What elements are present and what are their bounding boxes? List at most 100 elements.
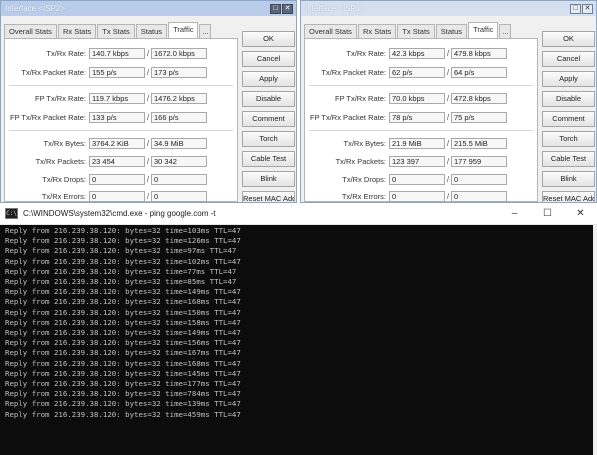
rx-value-field[interactable]: 0 — [151, 173, 207, 185]
torch-button[interactable]: Torch — [242, 131, 295, 147]
rx-value-field[interactable]: 1672.0 kbps — [151, 47, 207, 59]
cable-test-button[interactable]: Cable Test — [542, 151, 595, 167]
tx-value-field[interactable]: 3764.2 KiB — [89, 137, 145, 149]
tab-tx-stats[interactable]: Tx Stats — [97, 24, 135, 39]
tx-value-field[interactable]: 155 p/s — [89, 66, 145, 78]
comment-button[interactable]: Comment — [542, 111, 595, 127]
reset-mac-address-button[interactable]: Reset MAC Address — [542, 191, 595, 202]
rx-value-field[interactable]: 0 — [451, 190, 507, 202]
tab-more[interactable]: ... — [499, 24, 512, 39]
cancel-button[interactable]: Cancel — [242, 51, 295, 67]
ping-reply-line: Reply from 216.239.38.120: bytes=32 time… — [5, 409, 241, 419]
console-output[interactable]: Reply from 216.239.38.120: bytes=32 time… — [0, 225, 593, 455]
stat-row-tx-rx-drops: Tx/Rx Drops: 0 / 0 — [305, 173, 539, 185]
cable-test-button[interactable]: Cable Test — [242, 151, 295, 167]
stat-label: Tx/Rx Bytes: — [43, 138, 86, 148]
tx-value-field[interactable]: 0 — [389, 173, 445, 185]
ping-reply-line: Reply from 216.239.38.120: bytes=32 time… — [5, 297, 241, 307]
comment-button[interactable]: Comment — [242, 111, 295, 127]
maximize-icon[interactable]: □ — [270, 3, 281, 14]
apply-button[interactable]: Apply — [242, 71, 295, 87]
reset-mac-address-button[interactable]: Reset MAC Address — [242, 191, 295, 202]
cancel-button[interactable]: Cancel — [542, 51, 595, 67]
ok-button[interactable]: OK — [542, 31, 595, 47]
cmd-window: C:\ C:\WINDOWS\system32\cmd.exe - ping g… — [0, 203, 597, 455]
stat-label: FP Tx/Rx Packet Rate: — [310, 112, 386, 122]
divider — [309, 130, 533, 131]
tab-rx-stats[interactable]: Rx Stats — [57, 24, 97, 39]
blink-button[interactable]: Blink — [542, 171, 595, 187]
close-icon[interactable]: ✕ — [282, 3, 293, 14]
tab-status[interactable]: Status — [435, 24, 468, 39]
stat-row-tx-rx-packet-rate: Tx/Rx Packet Rate: 155 p/s / 173 p/s — [5, 66, 239, 78]
tx-value-field[interactable]: 133 p/s — [89, 111, 145, 123]
window-title: Interface <ISP2> — [5, 4, 66, 13]
ping-reply-line: Reply from 216.239.38.120: bytes=32 time… — [5, 226, 241, 235]
tab-status[interactable]: Status — [135, 24, 168, 39]
window-titlebar[interactable]: Interface <ISP2> □ ✕ — [1, 1, 296, 16]
tx-value-field[interactable]: 70.0 kbps — [389, 92, 445, 104]
tx-value-field[interactable]: 42.3 kbps — [389, 47, 445, 59]
tx-value-field[interactable]: 0 — [89, 190, 145, 202]
tx-value-field[interactable]: 21.9 MiB — [389, 137, 445, 149]
close-icon[interactable]: ✕ — [582, 3, 593, 14]
stat-row-tx-rx-bytes: Tx/Rx Bytes: 3764.2 KiB / 34.9 MiB — [5, 137, 239, 149]
rx-value-field[interactable]: 472.8 kbps — [451, 92, 507, 104]
tab-rx-stats[interactable]: Rx Stats — [357, 24, 397, 39]
ok-button[interactable]: OK — [242, 31, 295, 47]
tab-bar: Overall Stats Rx Stats Tx Stats Status T… — [4, 22, 212, 39]
maximize-icon[interactable]: □ — [570, 3, 581, 14]
ping-reply-line: Reply from 216.239.38.120: bytes=32 time… — [5, 236, 241, 246]
tab-overall-stats[interactable]: Overall Stats — [4, 24, 57, 39]
close-icon[interactable]: ✕ — [564, 203, 597, 225]
stat-label: Tx/Rx Drops: — [42, 174, 86, 184]
rx-value-field[interactable]: 0 — [151, 190, 207, 202]
tab-more[interactable]: ... — [199, 24, 212, 39]
stat-row-tx-rx-errors: Tx/Rx Errors: 0 / 0 — [305, 190, 539, 202]
tx-value-field[interactable]: 123 397 — [389, 155, 445, 167]
stat-row-tx-rx-rate: Tx/Rx Rate: 42.3 kbps / 479.8 kbps — [305, 47, 539, 59]
rx-value-field[interactable]: 177 959 — [451, 155, 507, 167]
minimize-icon[interactable]: – — [498, 203, 531, 225]
stat-row-tx-rx-drops: Tx/Rx Drops: 0 / 0 — [5, 173, 239, 185]
tab-overall-stats[interactable]: Overall Stats — [304, 24, 357, 39]
stat-label: Tx/Rx Bytes: — [343, 138, 386, 148]
vertical-scrollbar[interactable] — [593, 225, 597, 455]
tx-value-field[interactable]: 0 — [389, 190, 445, 202]
ping-reply-line: Reply from 216.239.38.120: bytes=32 time… — [5, 379, 241, 389]
blink-button[interactable]: Blink — [242, 171, 295, 187]
tx-value-field[interactable]: 23 454 — [89, 155, 145, 167]
window-title: Interface <ISP1> — [305, 4, 366, 13]
stat-row-fp-tx-rx-rate: FP Tx/Rx Rate: 119.7 kbps / 1476.2 kbps — [5, 92, 239, 104]
rx-value-field[interactable]: 215.5 MiB — [451, 137, 507, 149]
rx-value-field[interactable]: 0 — [451, 173, 507, 185]
disable-button[interactable]: Disable — [242, 91, 295, 107]
rx-value-field[interactable]: 1476.2 kbps — [151, 92, 207, 104]
interface-window-isp2: Interface <ISP2> □ ✕ Overall Stats Rx St… — [0, 0, 297, 203]
rx-value-field[interactable]: 479.8 kbps — [451, 47, 507, 59]
cmd-titlebar[interactable]: C:\ C:\WINDOWS\system32\cmd.exe - ping g… — [0, 203, 597, 225]
tx-value-field[interactable]: 140.7 kbps — [89, 47, 145, 59]
tab-traffic[interactable]: Traffic — [168, 22, 199, 39]
ping-reply-line: Reply from 216.239.38.120: bytes=32 time… — [5, 307, 241, 317]
maximize-icon[interactable]: ☐ — [531, 203, 564, 225]
rx-value-field[interactable]: 75 p/s — [451, 111, 507, 123]
apply-button[interactable]: Apply — [542, 71, 595, 87]
rx-value-field[interactable]: 173 p/s — [151, 66, 207, 78]
tx-value-field[interactable]: 0 — [89, 173, 145, 185]
torch-button[interactable]: Torch — [542, 131, 595, 147]
tx-value-field[interactable]: 62 p/s — [389, 66, 445, 78]
tx-value-field[interactable]: 78 p/s — [389, 111, 445, 123]
rx-value-field[interactable]: 30 342 — [151, 155, 207, 167]
rx-value-field[interactable]: 64 p/s — [451, 66, 507, 78]
stat-row-fp-tx-rx-packet-rate: FP Tx/Rx Packet Rate: 133 p/s / 166 p/s — [5, 111, 239, 123]
rx-value-field[interactable]: 166 p/s — [151, 111, 207, 123]
ping-reply-line: Reply from 216.239.38.120: bytes=32 time… — [5, 348, 241, 358]
tab-traffic[interactable]: Traffic — [468, 22, 499, 39]
tab-tx-stats[interactable]: Tx Stats — [397, 24, 435, 39]
window-titlebar[interactable]: Interface <ISP1> □ ✕ — [301, 1, 596, 16]
rx-value-field[interactable]: 34.9 MiB — [151, 137, 207, 149]
tx-value-field[interactable]: 119.7 kbps — [89, 92, 145, 104]
stat-row-tx-rx-packet-rate: Tx/Rx Packet Rate: 62 p/s / 64 p/s — [305, 66, 539, 78]
disable-button[interactable]: Disable — [542, 91, 595, 107]
